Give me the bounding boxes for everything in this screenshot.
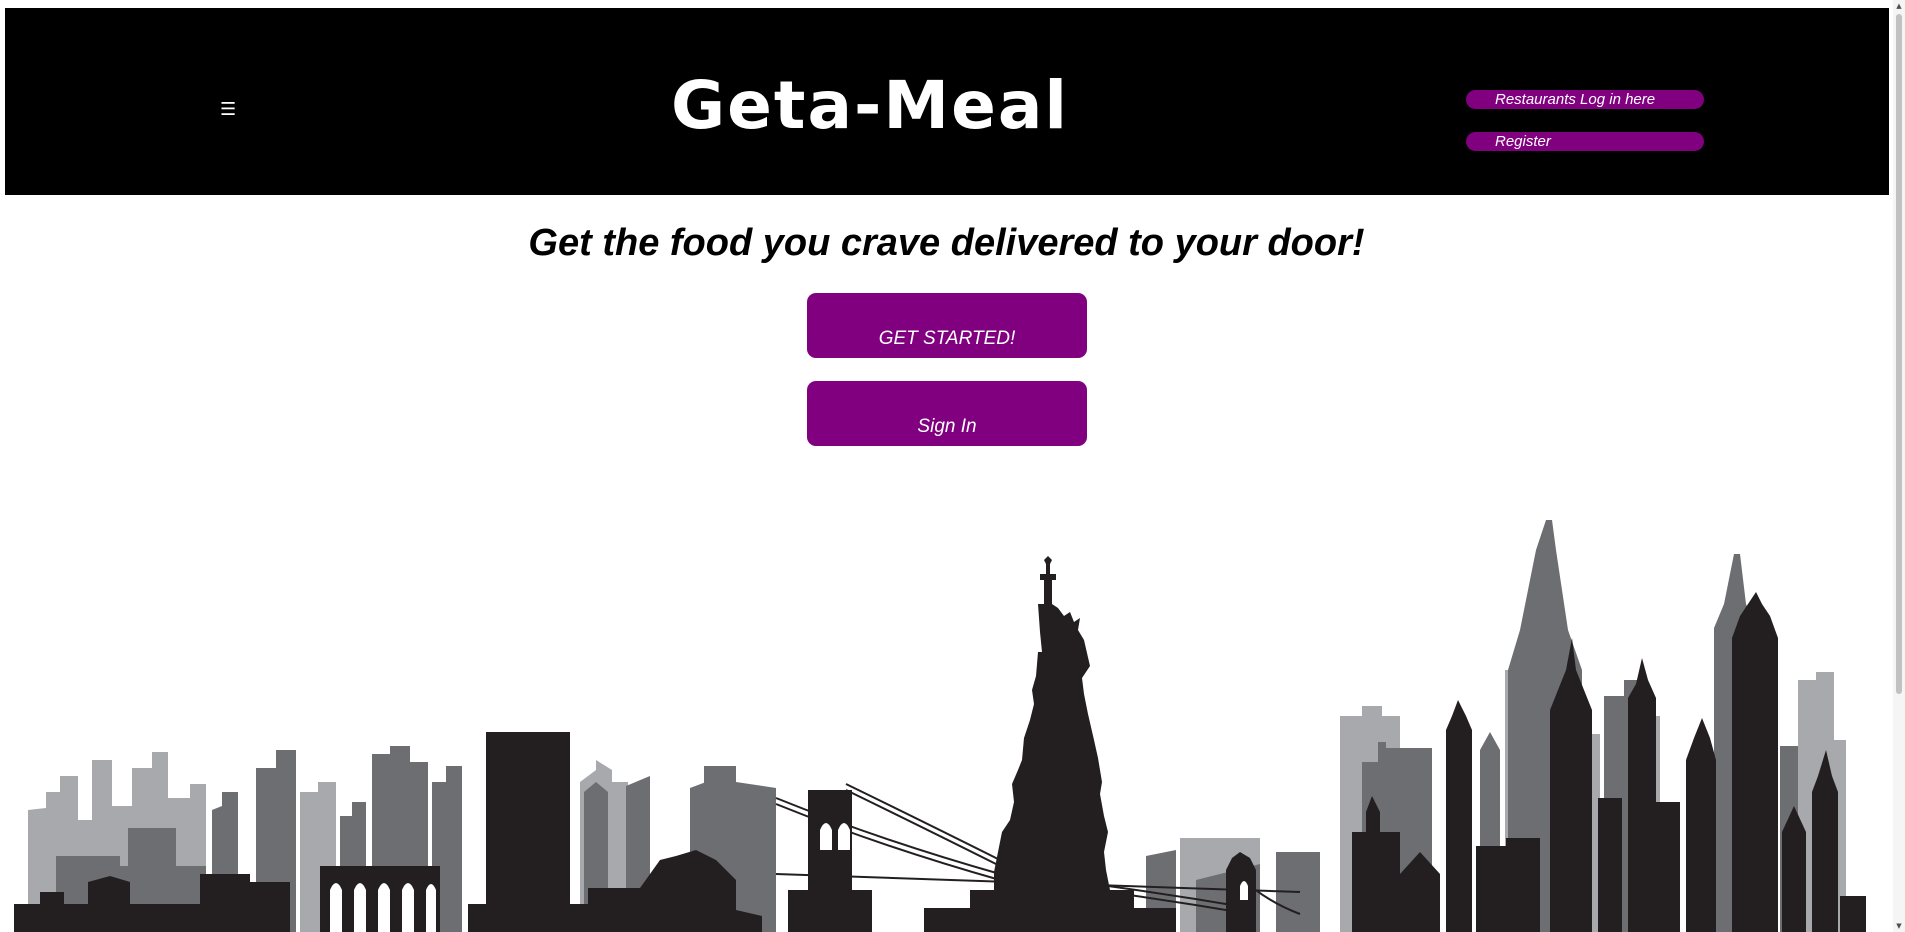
hamburger-menu-icon[interactable]: ☰ bbox=[220, 100, 236, 120]
scroll-thumb[interactable] bbox=[1896, 14, 1902, 694]
site-header: ☰ Geta-Meal Restaurants Log in here Regi… bbox=[5, 8, 1889, 195]
restaurant-login-link[interactable]: Restaurants Log in here bbox=[1466, 90, 1704, 109]
site-logo: Geta-Meal bbox=[670, 67, 1069, 144]
vertical-scrollbar[interactable]: ▲ ▼ bbox=[1893, 0, 1905, 932]
sign-in-button[interactable]: Sign In bbox=[807, 381, 1087, 446]
hero-tagline: Get the food you crave delivered to your… bbox=[528, 222, 1365, 264]
get-started-button[interactable]: GET STARTED! bbox=[807, 293, 1087, 358]
scroll-up-arrow-icon[interactable]: ▲ bbox=[1893, 0, 1905, 12]
scroll-down-arrow-icon[interactable]: ▼ bbox=[1893, 920, 1905, 932]
landing-page: ☰ Geta-Meal Restaurants Log in here Regi… bbox=[0, 0, 1905, 932]
city-skyline-illustration bbox=[14, 520, 1866, 932]
register-link[interactable]: Register bbox=[1466, 132, 1704, 151]
